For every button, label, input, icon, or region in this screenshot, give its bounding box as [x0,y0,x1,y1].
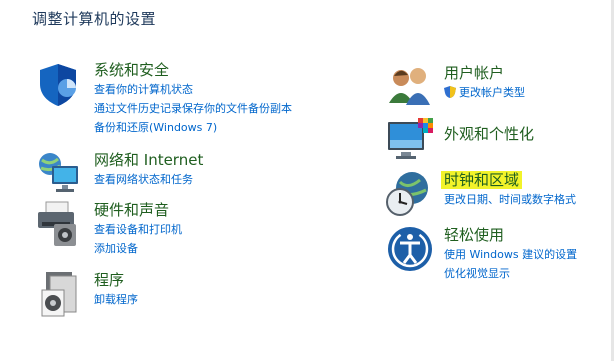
link-optimize-visual-display[interactable]: 优化视觉显示 [444,264,577,283]
link-view-devices-printers[interactable]: 查看设备和打印机 [94,220,182,239]
link-change-account-type-label: 更改帐户类型 [459,86,525,99]
monitor-appearance-icon [388,118,433,159]
clock-globe-icon [386,172,428,216]
link-add-device[interactable]: 添加设备 [94,239,182,258]
category-title-ease-of-access[interactable]: 轻松使用 [444,225,577,245]
category-title-network-internet[interactable]: 网络和 Internet [94,150,203,170]
user-accounts-icon [389,68,430,105]
category-title-hardware-sound[interactable]: 硬件和声音 [94,200,182,220]
link-windows-recommended-settings[interactable]: 使用 Windows 建议的设置 [444,245,577,264]
link-uninstall-program[interactable]: 卸载程序 [94,290,138,309]
category-title-appearance[interactable]: 外观和个性化 [444,124,534,144]
printer-icon [38,201,76,246]
link-change-date-time-format[interactable]: 更改日期、时间或数字格式 [444,190,576,209]
link-file-history[interactable]: 通过文件历史记录保存你的文件备份副本 [94,99,292,118]
category-title-system-security[interactable]: 系统和安全 [94,60,292,80]
link-view-network-status[interactable]: 查看网络状态和任务 [94,170,203,189]
category-title-programs[interactable]: 程序 [94,270,138,290]
category-title-clock-region[interactable]: 时钟和区域 [441,170,576,190]
page-title: 调整计算机的设置 [32,10,157,28]
shield-icon [40,64,76,106]
link-view-computer-status[interactable]: 查看你的计算机状态 [94,80,292,99]
link-change-account-type[interactable]: 更改帐户类型 [444,83,525,102]
network-globe-icon [39,153,78,192]
link-backup-restore[interactable]: 备份和还原(Windows 7) [94,118,292,137]
uac-shield-icon [444,86,456,98]
ease-of-access-icon [388,227,432,271]
highlighted-title: 时钟和区域 [441,171,523,189]
category-title-user-accounts[interactable]: 用户帐户 [444,63,525,83]
programs-icon [41,272,77,317]
